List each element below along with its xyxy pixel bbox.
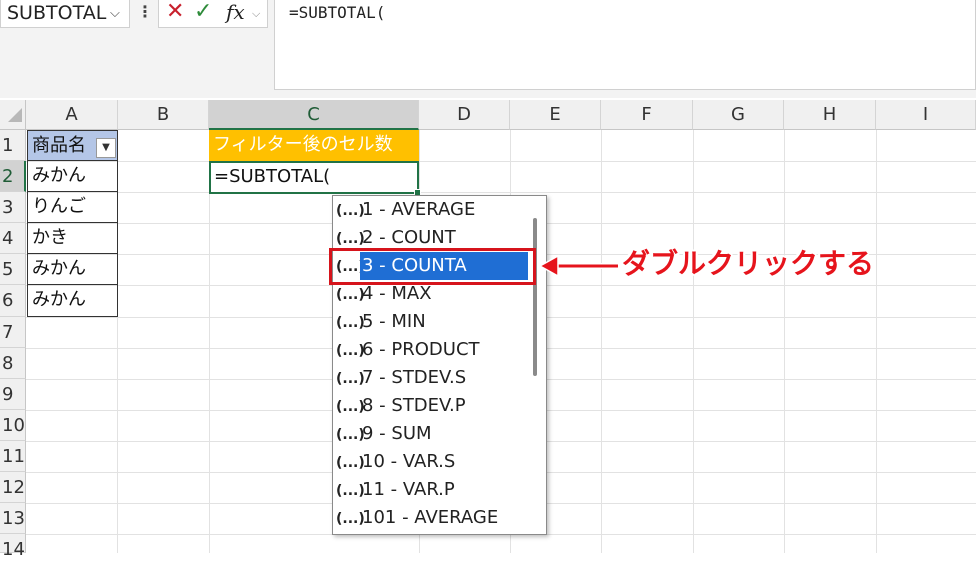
gridline xyxy=(693,130,694,553)
column-header-a[interactable]: A xyxy=(26,100,118,130)
argument-icon: (...) xyxy=(336,371,365,387)
formula-input[interactable]: =SUBTOTAL( xyxy=(274,0,976,90)
argument-icon: (...) xyxy=(336,399,365,415)
chevron-down-icon[interactable]: ⌵ xyxy=(110,4,128,24)
row-header-5[interactable]: 5 xyxy=(0,254,26,285)
annotation-text: ダブルクリックする xyxy=(622,247,875,280)
row-header-6[interactable]: 6 xyxy=(0,285,26,317)
cancel-icon[interactable]: ✕ xyxy=(166,0,186,24)
row-header-1[interactable]: 1 xyxy=(0,130,26,161)
gridline xyxy=(601,130,602,553)
autocomplete-item[interactable]: (...)9 - SUM xyxy=(336,420,530,448)
cell-a2[interactable]: みかん xyxy=(27,161,118,192)
autocomplete-item-label: 9 - SUM xyxy=(362,423,432,444)
argument-icon: (...) xyxy=(336,511,365,527)
row-header-10[interactable]: 10 xyxy=(0,410,26,441)
row-header-9[interactable]: 9 xyxy=(0,379,26,410)
cell-a6[interactable]: みかん xyxy=(27,285,118,317)
autocomplete-item[interactable]: (...)1 - AVERAGE xyxy=(336,196,530,224)
cell-a3[interactable]: りんご xyxy=(27,192,118,223)
autocomplete-item[interactable]: (...)8 - STDEV.P xyxy=(336,392,530,420)
row-header-12[interactable]: 12 xyxy=(0,472,26,503)
row-header-11[interactable]: 11 xyxy=(0,441,26,472)
autocomplete-item-label: 6 - PRODUCT xyxy=(362,339,480,360)
cell-c2-active[interactable]: =SUBTOTAL( xyxy=(209,161,419,194)
autocomplete-item[interactable]: (...)10 - VAR.S xyxy=(336,448,530,476)
autocomplete-item-label: 10 - VAR.S xyxy=(362,451,456,472)
column-header-e[interactable]: E xyxy=(510,100,601,130)
autocomplete-item-label: 8 - STDEV.P xyxy=(362,395,466,416)
cell-c1[interactable]: フィルター後のセル数 xyxy=(209,130,419,161)
autocomplete-item[interactable]: (...)101 - AVERAGE xyxy=(336,504,530,532)
gridline xyxy=(26,192,976,193)
argument-icon: (...) xyxy=(336,343,365,359)
insert-function-icon[interactable]: fx xyxy=(226,0,252,24)
column-header-h[interactable]: H xyxy=(784,100,876,130)
autocomplete-item-label: 5 - MIN xyxy=(362,311,426,332)
autocomplete-item[interactable]: (...)7 - STDEV.S xyxy=(336,364,530,392)
row-header-4[interactable]: 4 xyxy=(0,223,26,254)
autocomplete-item-label: 11 - VAR.P xyxy=(362,479,455,500)
column-header-b[interactable]: B xyxy=(118,100,209,130)
column-header-f[interactable]: F xyxy=(601,100,693,130)
argument-icon: (...) xyxy=(336,203,365,219)
autocomplete-item[interactable]: (...)5 - MIN xyxy=(336,308,530,336)
column-header-d[interactable]: D xyxy=(419,100,510,130)
argument-icon: (...) xyxy=(336,455,365,471)
row-header-13[interactable]: 13 xyxy=(0,503,26,534)
row-header-8[interactable]: 8 xyxy=(0,348,26,379)
select-all-icon xyxy=(8,108,22,122)
argument-icon: (...) xyxy=(336,315,365,331)
chevron-down-icon[interactable]: ⌵ xyxy=(252,4,266,24)
cell-a4[interactable]: かき xyxy=(27,223,118,254)
column-header-g[interactable]: G xyxy=(693,100,784,130)
autocomplete-item-label: 101 - AVERAGE xyxy=(362,507,499,528)
check-icon[interactable]: ✓ xyxy=(194,0,214,24)
more-options-icon[interactable]: ⋮ xyxy=(137,2,153,24)
autocomplete-item[interactable]: (...)6 - PRODUCT xyxy=(336,336,530,364)
cell-a5[interactable]: みかん xyxy=(27,254,118,285)
row-header-7[interactable]: 7 xyxy=(0,317,26,348)
highlight-box xyxy=(329,248,536,285)
argument-icon: (...) xyxy=(336,287,365,303)
argument-icon: (...) xyxy=(336,483,365,499)
column-header-c[interactable]: C xyxy=(209,100,419,130)
gridline xyxy=(26,161,976,162)
row-header-3[interactable]: 3 xyxy=(0,192,26,223)
scrollbar-thumb[interactable] xyxy=(533,218,537,376)
arrow-left-icon xyxy=(538,254,618,278)
column-header-i[interactable]: I xyxy=(876,100,976,130)
row-header-14[interactable]: 14 xyxy=(0,534,26,560)
gridline xyxy=(876,130,877,553)
autocomplete-item-label: 7 - STDEV.S xyxy=(362,367,467,388)
autocomplete-item[interactable]: (...)11 - VAR.P xyxy=(336,476,530,504)
autocomplete-item-label: 1 - AVERAGE xyxy=(362,199,476,220)
filter-dropdown-icon[interactable]: ▼ xyxy=(96,138,116,158)
argument-icon: (...) xyxy=(336,427,365,443)
row-header-2[interactable]: 2 xyxy=(0,161,26,192)
gridline xyxy=(784,130,785,553)
